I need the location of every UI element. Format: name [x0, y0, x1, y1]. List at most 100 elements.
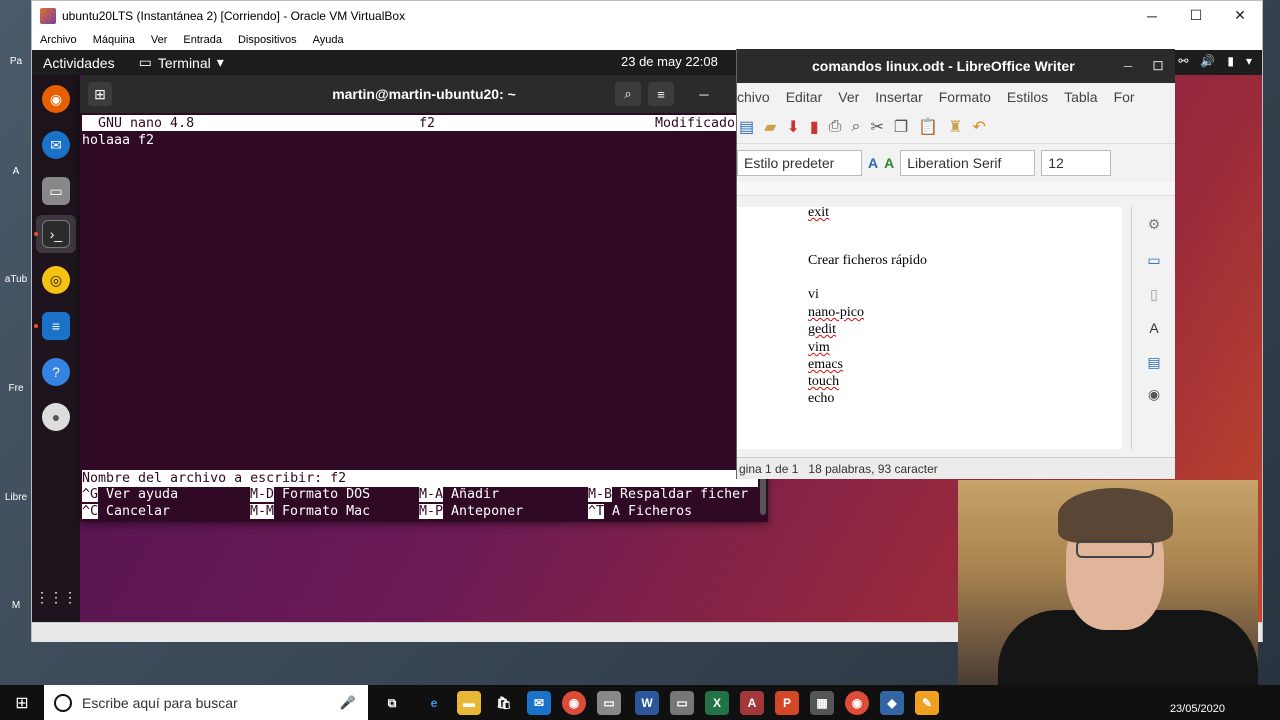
menu-insertar[interactable]: Insertar	[875, 89, 922, 105]
desktop-icon-label[interactable]: M	[0, 600, 32, 611]
nano-shortcut[interactable]: M-D Formato DOS	[250, 487, 370, 504]
undo-icon[interactable]: ↶	[972, 117, 985, 137]
nano-shortcut[interactable]: ^G Ver ayuda	[82, 487, 178, 504]
nano-shortcut[interactable]: ^C Cancelar	[82, 504, 170, 521]
chrome-icon[interactable]: ◉	[845, 691, 869, 715]
rhythmbox-icon[interactable]: ◎	[42, 266, 70, 294]
save-icon[interactable]: ⬇	[786, 117, 799, 137]
word-icon[interactable]: W	[635, 691, 659, 715]
close-button[interactable]: ✕	[1218, 1, 1262, 30]
app-icon[interactable]: ▭	[670, 691, 694, 715]
app-icon[interactable]: ✎	[915, 691, 939, 715]
menu-maquina[interactable]: Máquina	[85, 34, 143, 46]
store-icon[interactable]: 🛍	[492, 691, 516, 715]
hamburger-menu-icon[interactable]: ≡	[648, 82, 674, 106]
windows-start-icon[interactable]: ⊞	[0, 685, 44, 720]
search-icon	[54, 693, 72, 712]
nano-content-line[interactable]: holaaa f2	[82, 133, 154, 148]
edge-icon[interactable]: e	[422, 691, 446, 715]
menu-editar[interactable]: Editar	[786, 89, 823, 105]
menu-dispositivos[interactable]: Dispositivos	[230, 34, 305, 46]
properties-icon[interactable]: ▭	[1143, 249, 1165, 271]
nano-shortcut[interactable]: M-A Añadir	[419, 487, 499, 504]
menu-formato[interactable]: Formato	[939, 89, 991, 105]
nano-shortcut[interactable]: ^T A Ficheros	[588, 504, 692, 521]
microphone-icon[interactable]: 🎤	[340, 695, 356, 711]
maximize-button[interactable]: ☐	[1174, 1, 1218, 30]
search-icon[interactable]: ⌕	[615, 82, 641, 106]
nano-shortcut[interactable]: M-M Formato Mac	[250, 504, 370, 521]
maximize-icon[interactable]: ☐	[1148, 56, 1168, 76]
navigator-icon[interactable]: ◉	[1143, 383, 1165, 405]
page-icon[interactable]: ▯	[1143, 283, 1165, 305]
print-preview-icon[interactable]: ⌕	[851, 118, 860, 136]
gallery-icon[interactable]: ▤	[1143, 351, 1165, 373]
terminal-icon[interactable]: ›_	[42, 220, 70, 248]
file-explorer-icon[interactable]: ▬	[457, 691, 481, 715]
gear-icon[interactable]: ⚙	[1143, 213, 1165, 235]
nano-filename-prompt[interactable]: Nombre del archivo a escribir: f2	[82, 470, 758, 487]
clone-formatting-icon[interactable]: ♜	[948, 117, 962, 137]
ruler[interactable]	[737, 182, 1175, 196]
font-size-select[interactable]: 12	[1041, 150, 1112, 176]
export-pdf-icon[interactable]: ▮	[810, 117, 819, 137]
help-icon[interactable]: ?	[42, 358, 70, 386]
copy-icon[interactable]: ❐	[894, 117, 908, 137]
menu-formulario[interactable]: For	[1114, 89, 1135, 105]
calculator-icon[interactable]: ▦	[810, 691, 834, 715]
nano-shortcut[interactable]: M-P Anteponer	[419, 504, 523, 521]
document-page[interactable]: exit Crear ficheros rápido vi nano-pico …	[737, 205, 1122, 449]
app-menu[interactable]: ▭ Terminal ▾	[139, 54, 224, 71]
menu-ayuda[interactable]: Ayuda	[305, 34, 352, 46]
menu-estilos[interactable]: Estilos	[1007, 89, 1048, 105]
paste-icon[interactable]: 📋	[918, 117, 938, 137]
desktop-icon-label[interactable]: A	[0, 166, 32, 177]
desktop-icon-label[interactable]: Pa	[0, 56, 32, 67]
chrome-icon[interactable]: ◉	[562, 691, 586, 715]
page-count[interactable]: gina 1 de 1	[739, 462, 798, 476]
new-document-icon[interactable]: ▤	[739, 117, 754, 137]
desktop-icon-label[interactable]: Libre	[0, 492, 32, 503]
files-icon[interactable]: ▭	[42, 177, 70, 205]
taskbar-date[interactable]: 23/05/2020	[1170, 703, 1225, 715]
writer-icon[interactable]: ≡	[42, 312, 70, 340]
desktop-icon-label[interactable]: Fre	[0, 383, 32, 394]
menu-archivo[interactable]: chivo	[737, 89, 770, 105]
cut-icon[interactable]: ✂	[870, 117, 883, 137]
taskbar-search[interactable]: Escribe aquí para buscar 🎤	[44, 685, 368, 720]
word-count[interactable]: 18 palabras, 93 caracter	[808, 462, 937, 476]
new-style-icon[interactable]: A	[884, 155, 894, 171]
update-style-icon[interactable]: A	[868, 155, 878, 171]
menu-archivo[interactable]: Archivo	[32, 34, 85, 46]
menu-entrada[interactable]: Entrada	[175, 34, 230, 46]
minimize-icon[interactable]: ─	[694, 84, 714, 104]
minimize-icon[interactable]: ─	[1118, 56, 1138, 76]
open-folder-icon[interactable]: ▰	[764, 117, 776, 137]
access-icon[interactable]: A	[740, 691, 764, 715]
print-icon[interactable]: ⎙	[829, 118, 842, 136]
network-icon: ⚯	[1178, 54, 1189, 68]
virtualbox-icon[interactable]: ◆	[880, 691, 904, 715]
disc-icon[interactable]: ●	[42, 403, 70, 431]
firefox-icon[interactable]: ◉	[42, 85, 70, 113]
activities-button[interactable]: Actividades	[43, 55, 115, 71]
nano-shortcut[interactable]: M-B Respaldar ficher	[588, 487, 748, 504]
clock[interactable]: 23 de may 22:08	[621, 54, 718, 69]
menu-ver[interactable]: Ver	[143, 34, 176, 46]
font-name-select[interactable]: Liberation Serif	[900, 150, 1036, 176]
excel-icon[interactable]: X	[705, 691, 729, 715]
system-tray[interactable]: ⚯ 🔊 ▮ ▾	[1178, 54, 1252, 68]
app-icon[interactable]: ▭	[597, 691, 621, 715]
vbox-title: ubuntu20LTS (Instantánea 2) [Corriendo] …	[62, 8, 406, 23]
powerpoint-icon[interactable]: P	[775, 691, 799, 715]
menu-ver[interactable]: Ver	[838, 89, 859, 105]
task-view-icon[interactable]: ⧉	[380, 691, 404, 715]
desktop-icon-label[interactable]: aTub	[0, 274, 32, 285]
app-grid-icon[interactable]: ⋮⋮⋮	[35, 583, 77, 611]
minimize-button[interactable]: ─	[1130, 1, 1174, 30]
styles-icon[interactable]: A	[1143, 317, 1165, 339]
mail-icon[interactable]: ✉	[527, 691, 551, 715]
thunderbird-icon[interactable]: ✉	[42, 131, 70, 159]
paragraph-style-select[interactable]: Estilo predeter	[737, 150, 862, 176]
menu-tabla[interactable]: Tabla	[1064, 89, 1097, 105]
